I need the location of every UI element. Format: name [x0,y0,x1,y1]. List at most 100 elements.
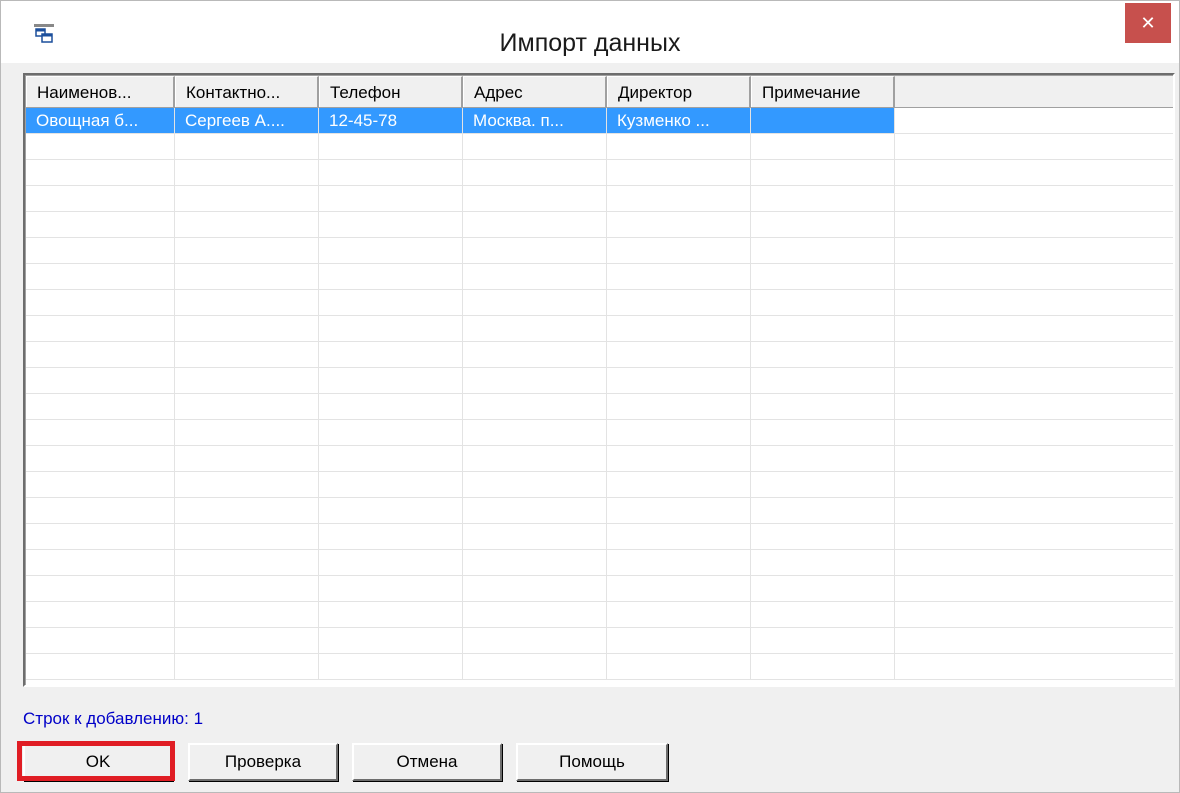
table-cell[interactable] [26,212,175,237]
table-cell[interactable] [463,264,607,289]
table-row[interactable] [26,212,1173,238]
table-cell[interactable] [463,134,607,159]
table-cell[interactable] [319,394,463,419]
table-cell[interactable] [175,472,319,497]
table-cell[interactable] [319,576,463,601]
table-cell[interactable] [463,550,607,575]
table-cell[interactable] [607,342,751,367]
table-cell[interactable]: 12-45-78 [319,108,463,133]
table-cell[interactable]: Кузменко ... [607,108,751,133]
table-cell[interactable] [463,602,607,627]
table-cell[interactable] [175,342,319,367]
table-cell[interactable] [463,368,607,393]
table-cell[interactable] [319,472,463,497]
table-cell[interactable] [26,238,175,263]
table-cell[interactable] [26,628,175,653]
table-row[interactable] [26,446,1173,472]
table-cell[interactable] [175,602,319,627]
table-cell[interactable] [463,290,607,315]
table-row[interactable] [26,654,1173,680]
table-cell[interactable] [175,160,319,185]
table-cell[interactable] [175,420,319,445]
table-cell[interactable] [607,290,751,315]
table-cell[interactable] [319,186,463,211]
table-cell[interactable] [175,290,319,315]
table-cell[interactable] [175,368,319,393]
table-cell[interactable]: Овощная б... [26,108,175,133]
table-cell[interactable] [26,342,175,367]
table-row[interactable] [26,472,1173,498]
table-cell[interactable] [175,446,319,471]
table-cell[interactable] [26,550,175,575]
table-row[interactable] [26,342,1173,368]
table-cell[interactable] [607,238,751,263]
table-cell[interactable] [26,368,175,393]
table-cell[interactable] [26,420,175,445]
table-cell[interactable] [175,550,319,575]
table-row[interactable] [26,264,1173,290]
table-cell[interactable] [26,290,175,315]
table-cell[interactable] [751,628,895,653]
table-cell[interactable] [319,264,463,289]
table-cell[interactable] [319,342,463,367]
table-cell[interactable] [751,134,895,159]
table-cell[interactable] [607,264,751,289]
table-cell[interactable] [463,498,607,523]
table-cell[interactable] [751,446,895,471]
column-header-note[interactable]: Примечание [751,76,895,107]
table-row[interactable] [26,602,1173,628]
table-cell[interactable] [751,238,895,263]
table-row[interactable] [26,524,1173,550]
table-cell[interactable] [751,420,895,445]
table-cell[interactable] [319,290,463,315]
title-bar[interactable]: Импорт данных ✕ [1,1,1179,63]
table-cell[interactable] [607,394,751,419]
table-cell[interactable] [463,472,607,497]
table-cell[interactable] [751,550,895,575]
table-cell[interactable] [607,654,751,679]
check-button[interactable]: Проверка [188,743,338,781]
table-cell[interactable] [319,368,463,393]
table-cell[interactable] [607,446,751,471]
table-cell[interactable] [751,394,895,419]
table-cell[interactable] [175,238,319,263]
table-cell[interactable] [26,498,175,523]
table-cell[interactable] [26,602,175,627]
table-cell[interactable] [607,550,751,575]
table-row[interactable] [26,628,1173,654]
table-cell[interactable] [319,446,463,471]
table-cell[interactable] [463,238,607,263]
table-row[interactable] [26,290,1173,316]
table-cell[interactable] [751,368,895,393]
table-cell[interactable] [463,160,607,185]
close-button[interactable]: ✕ [1125,3,1171,43]
table-cell[interactable] [607,472,751,497]
table-cell[interactable] [26,446,175,471]
table-cell[interactable] [175,264,319,289]
table-cell[interactable] [175,186,319,211]
table-row[interactable] [26,316,1173,342]
table-cell[interactable] [607,498,751,523]
table-cell[interactable] [607,316,751,341]
table-cell[interactable] [319,654,463,679]
column-header-director[interactable]: Директор [607,76,751,107]
table-cell[interactable] [175,394,319,419]
table-cell[interactable] [319,498,463,523]
table-row[interactable] [26,186,1173,212]
table-cell[interactable] [463,654,607,679]
table-cell[interactable] [175,576,319,601]
table-cell[interactable] [319,550,463,575]
data-grid[interactable]: Наименов... Контактно... Телефон Адрес Д… [23,73,1175,687]
table-cell[interactable] [463,420,607,445]
table-cell[interactable] [319,238,463,263]
table-cell[interactable] [463,446,607,471]
table-cell[interactable] [751,654,895,679]
table-cell[interactable]: Сергеев А.... [175,108,319,133]
table-row[interactable] [26,498,1173,524]
table-cell[interactable] [26,134,175,159]
table-cell[interactable] [175,134,319,159]
table-cell[interactable] [26,524,175,549]
table-cell[interactable] [463,524,607,549]
table-cell[interactable] [607,212,751,237]
table-cell[interactable] [463,576,607,601]
